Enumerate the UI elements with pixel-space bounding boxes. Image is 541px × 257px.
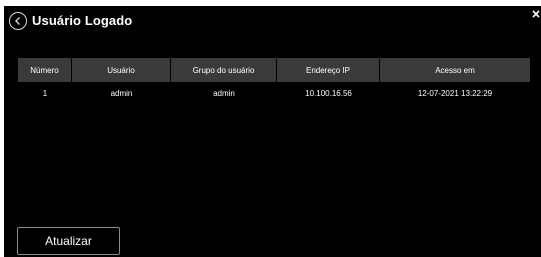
column-header-ip[interactable]: Endereço IP — [277, 58, 380, 82]
cell-ip: 10.100.16.56 — [305, 88, 352, 98]
table-row[interactable]: 1 admin admin 10.100.16.56 12-07-2021 13… — [18, 82, 530, 104]
close-icon[interactable] — [531, 8, 541, 20]
dialog-title: Usuário Logado — [32, 13, 133, 28]
dialog-header: Usuário Logado — [4, 6, 541, 36]
chevron-left-icon — [15, 17, 20, 25]
logged-user-dialog: Usuário Logado Número Usuário Grupo do u… — [4, 6, 541, 257]
table-header: Número Usuário Grupo do usuário Endereço… — [18, 58, 530, 82]
column-header-usuario[interactable]: Usuário — [72, 58, 171, 82]
column-header-acesso[interactable]: Acesso em — [380, 58, 530, 82]
back-icon[interactable] — [9, 12, 27, 30]
cell-grupo: admin — [213, 88, 235, 98]
column-header-numero[interactable]: Número — [18, 58, 72, 82]
refresh-button[interactable]: Atualizar — [17, 227, 120, 255]
cell-acesso: 12-07-2021 13:22:29 — [417, 88, 493, 98]
cell-numero: 1 — [42, 88, 48, 98]
column-header-grupo[interactable]: Grupo do usuário — [171, 58, 277, 82]
logged-users-table: Número Usuário Grupo do usuário Endereço… — [18, 58, 530, 104]
cell-usuario: admin — [110, 88, 133, 98]
